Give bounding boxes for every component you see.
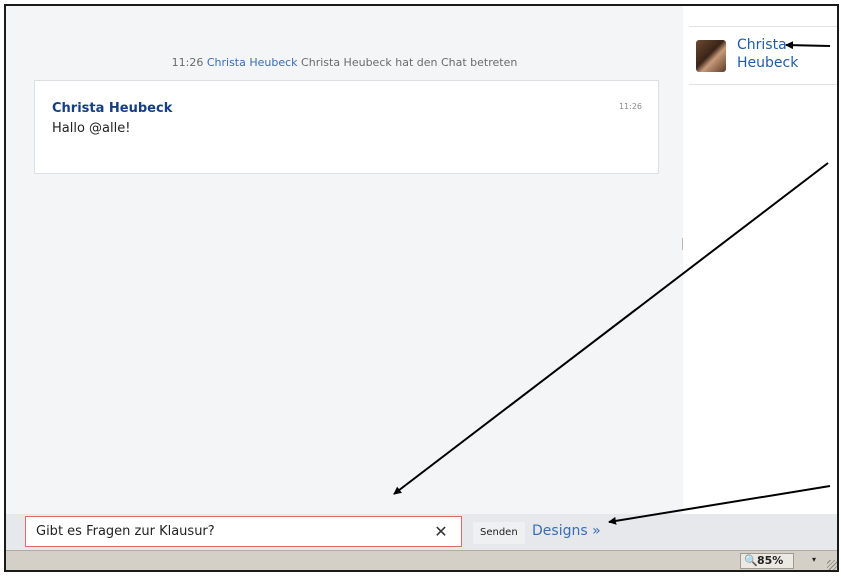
chat-message-area: 11:26 Christa Heubeck Christa Heubeck ha… bbox=[6, 6, 683, 514]
zoom-control[interactable]: 🔍 85% bbox=[740, 553, 794, 569]
user-list-panel: Christa Heubeck bbox=[683, 6, 837, 514]
zoom-value: 85% bbox=[757, 554, 784, 567]
user-name[interactable]: Christa Heubeck bbox=[737, 36, 817, 72]
system-message-text: Christa Heubeck hat den Chat betreten bbox=[301, 56, 518, 69]
user-list-divider bbox=[689, 26, 837, 27]
designs-link[interactable]: Designs » bbox=[532, 523, 601, 539]
system-message: 11:26 Christa Heubeck Christa Heubeck ha… bbox=[6, 56, 683, 69]
zoom-icon: 🔍 bbox=[744, 554, 758, 567]
browser-status-bar: 🔍 85% ▾ bbox=[6, 550, 837, 570]
message-text: Hallo @alle! bbox=[52, 121, 131, 136]
resize-grip-icon[interactable] bbox=[827, 560, 837, 570]
user-list-item[interactable]: Christa Heubeck bbox=[689, 30, 837, 85]
user-first-name[interactable]: Christa bbox=[737, 37, 787, 53]
send-button[interactable]: Senden bbox=[473, 522, 525, 544]
user-last-name[interactable]: Heubeck bbox=[737, 55, 798, 71]
avatar[interactable] bbox=[696, 40, 726, 72]
chevron-down-icon[interactable]: ▾ bbox=[812, 555, 816, 564]
composer-bar: ✕ Senden Designs » bbox=[6, 514, 837, 550]
chat-window: 11:26 Christa Heubeck Christa Heubeck ha… bbox=[4, 4, 839, 572]
message-time: 11:26 bbox=[618, 102, 642, 111]
chat-message: Christa Heubeck 11:26 Hallo @alle! bbox=[34, 80, 659, 174]
message-input[interactable] bbox=[25, 516, 462, 547]
clear-icon[interactable]: ✕ bbox=[432, 523, 450, 541]
message-author[interactable]: Christa Heubeck bbox=[52, 101, 172, 116]
system-message-time: 11:26 bbox=[171, 56, 204, 69]
system-message-user-link[interactable]: Christa Heubeck bbox=[207, 56, 298, 69]
